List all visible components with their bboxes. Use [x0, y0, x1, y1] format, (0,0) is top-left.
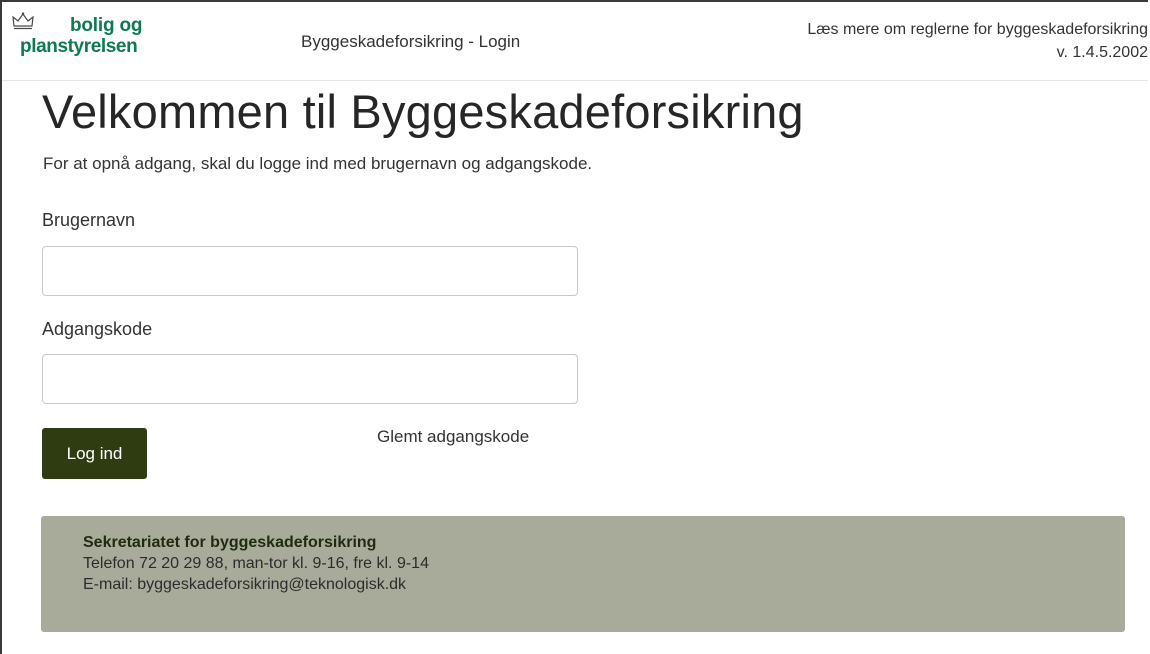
- page-title: Velkommen til Byggeskadeforsikring: [42, 85, 804, 138]
- header: bolig og planstyrelsen Byggeskadeforsikr…: [2, 2, 1148, 81]
- password-input[interactable]: [42, 354, 578, 404]
- login-button[interactable]: Log ind: [42, 428, 147, 479]
- username-label: Brugernavn: [42, 210, 136, 230]
- info-title: Sekretariatet for byggeskadeforsikring: [83, 534, 377, 551]
- info-email: E-mail: byggeskadeforsikring@teknologisk…: [83, 576, 407, 593]
- logo-text-line2: planstyrelsen: [20, 36, 138, 57]
- agency-logo[interactable]: bolig og planstyrelsen: [12, 12, 192, 62]
- app-title: Byggeskadeforsikring - Login: [301, 32, 521, 51]
- rules-link[interactable]: Læs mere om reglerne for byggeskadeforsi…: [807, 21, 1148, 38]
- contact-info-box: Sekretariatet for byggeskadeforsikring T…: [41, 516, 1125, 632]
- forgot-password-link[interactable]: Glemt adgangskode: [377, 427, 529, 447]
- crown-icon: [12, 12, 34, 30]
- header-right: Læs mere om reglerne for byggeskadeforsi…: [807, 18, 1148, 64]
- username-input[interactable]: [42, 246, 578, 296]
- password-label: Adgangskode: [42, 319, 153, 339]
- logo-text-line1: bolig og: [70, 15, 143, 36]
- version-label: v. 1.4.5.2002: [1056, 44, 1148, 61]
- intro-text: For at opnå adgang, skal du logge ind me…: [43, 154, 593, 173]
- info-phone: Telefon 72 20 29 88, man-tor kl. 9-16, f…: [83, 555, 429, 572]
